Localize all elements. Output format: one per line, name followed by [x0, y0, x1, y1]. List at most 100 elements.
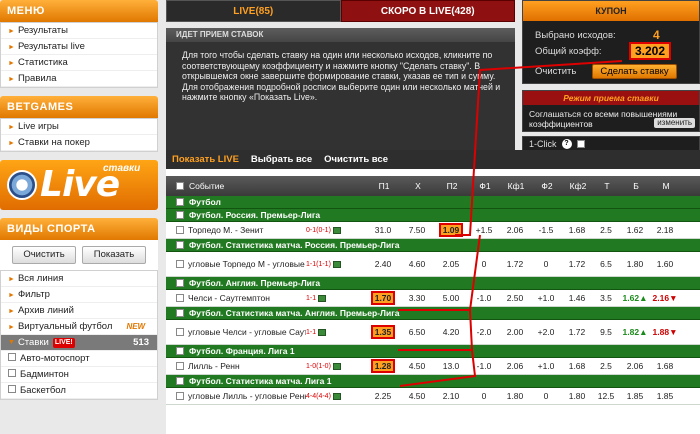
- make-bet-button[interactable]: Сделать ставку: [592, 63, 677, 79]
- sports-show-button[interactable]: Показать: [82, 246, 146, 264]
- change-mode-button[interactable]: изменить: [654, 118, 695, 128]
- odds-cell-b[interactable]: 1.85: [620, 391, 650, 401]
- odds-cell-kf2[interactable]: 1.68: [562, 225, 592, 235]
- one-click-checkbox[interactable]: [576, 140, 585, 148]
- match-row[interactable]: Торпедо М. - Зенит 0-1(0-1) 31.0 7.50 1.09 +1…: [166, 222, 700, 239]
- odds-cell-t[interactable]: 2.5: [592, 361, 620, 371]
- stats-icon[interactable]: [318, 294, 327, 302]
- match-checkbox[interactable]: [176, 328, 184, 336]
- odds-cell-b[interactable]: 1.82▲: [620, 327, 650, 337]
- match-name[interactable]: угловые Челси - угловые Саутгемптон: [188, 327, 306, 337]
- odds-cell-m[interactable]: 1.88▼: [650, 327, 680, 337]
- sports-item-all-line[interactable]: ► Вся линия: [1, 271, 157, 287]
- menu-item-rules[interactable]: ► Правила: [1, 71, 157, 87]
- section-checkbox[interactable]: [176, 198, 184, 206]
- odds-cell-x[interactable]: 3.30: [400, 293, 434, 303]
- odds-cell-f1[interactable]: -1.0: [468, 361, 500, 371]
- menu-item-results-live[interactable]: ► Результаты live: [1, 39, 157, 55]
- odds-cell-f1[interactable]: +1.5: [468, 225, 500, 235]
- odds-cell-b[interactable]: 1.62: [620, 225, 650, 235]
- odds-cell-t[interactable]: 9.5: [592, 327, 620, 337]
- coupon-clear-link[interactable]: Очистить: [535, 66, 576, 77]
- match-row[interactable]: угловые Челси - угловые Саутгемптон1-1 1.…: [166, 320, 700, 345]
- sports-item-filter[interactable]: ► Фильтр: [1, 287, 157, 303]
- odds-cell-x[interactable]: 6.50: [400, 327, 434, 337]
- sports-item-archive[interactable]: ► Архив линий: [1, 303, 157, 319]
- odds-cell-m[interactable]: 1.60: [650, 259, 680, 269]
- odds-cell-f1[interactable]: -2.0: [468, 327, 500, 337]
- odds-cell-f2[interactable]: 0: [530, 259, 562, 269]
- match-name[interactable]: Торпедо М. - Зенит: [188, 225, 306, 235]
- match-checkbox[interactable]: [176, 226, 184, 234]
- odds-cell-kf1[interactable]: 1.72: [500, 259, 530, 269]
- odds-cell-kf1[interactable]: 2.06: [500, 361, 530, 371]
- odds-cell-f2[interactable]: 0: [530, 391, 562, 401]
- odds-cell-f2[interactable]: +1.0: [530, 293, 562, 303]
- sports-item-motorsport[interactable]: Авто-мотоспорт: [1, 351, 157, 367]
- odds-cell-p2[interactable]: 2.05: [434, 259, 468, 269]
- odds-cell-kf1[interactable]: 1.80: [500, 391, 530, 401]
- odds-cell-kf2[interactable]: 1.46: [562, 293, 592, 303]
- odds-cell-x[interactable]: 4.50: [400, 361, 434, 371]
- odds-cell-p2[interactable]: 5.00: [434, 293, 468, 303]
- match-name[interactable]: Лилль - Ренн: [188, 361, 306, 371]
- odds-cell-kf1[interactable]: 2.06: [500, 225, 530, 235]
- checkbox[interactable]: [8, 353, 16, 361]
- odds-cell-p1[interactable]: 1.35: [366, 325, 400, 339]
- odds-cell-p1[interactable]: 1.28: [366, 359, 400, 373]
- league-section-header[interactable]: Футбол. Статистика матча. Россия. Премье…: [166, 239, 700, 252]
- odds-cell-x[interactable]: 4.50: [400, 391, 434, 401]
- odds-cell-p2[interactable]: 2.10: [434, 391, 468, 401]
- odds-cell-p1[interactable]: 31.0: [366, 225, 400, 235]
- odds-cell-t[interactable]: 12.5: [592, 391, 620, 401]
- sports-item-basketball[interactable]: Баскетбол: [1, 383, 157, 399]
- odds-cell-kf2[interactable]: 1.72: [562, 327, 592, 337]
- live-bets-banner[interactable]: Live ставки: [0, 160, 158, 210]
- match-row[interactable]: Челси - Саутгемптон 1-1 1.70 3.30 5.00 -1.0 2.…: [166, 290, 700, 307]
- sports-item-live-bets[interactable]: ▼ Ставки LIVE! 513: [1, 335, 157, 351]
- sports-clear-button[interactable]: Очистить: [12, 246, 76, 264]
- section-checkbox[interactable]: [176, 279, 184, 287]
- odds-cell-b[interactable]: 1.62▲: [620, 293, 650, 303]
- odds-cell-f2[interactable]: +2.0: [530, 327, 562, 337]
- match-name[interactable]: угловые Торпедо М - угловые Зенит: [188, 259, 306, 269]
- clear-all-button[interactable]: Очистить все: [324, 154, 388, 165]
- menu-item-poker-bets[interactable]: ► Ставки на покер: [1, 135, 157, 151]
- section-checkbox[interactable]: [176, 211, 184, 219]
- odds-cell-p1[interactable]: 1.70: [366, 291, 400, 305]
- odds-cell-p1[interactable]: 2.25: [366, 391, 400, 401]
- checkbox[interactable]: [8, 369, 16, 377]
- sports-item-badminton[interactable]: Бадминтон: [1, 367, 157, 383]
- odds-cell-b[interactable]: 2.06: [620, 361, 650, 371]
- menu-item-live-games[interactable]: ► Live игры: [1, 119, 157, 135]
- odds-cell-kf1[interactable]: 2.50: [500, 293, 530, 303]
- match-checkbox[interactable]: [176, 260, 184, 268]
- stats-icon[interactable]: [332, 260, 341, 268]
- match-checkbox[interactable]: [176, 362, 184, 370]
- odds-cell-m[interactable]: 2.18: [650, 225, 680, 235]
- odds-cell-p2[interactable]: 1.09: [434, 223, 468, 237]
- odds-cell-kf1[interactable]: 2.00: [500, 327, 530, 337]
- odds-cell-f1[interactable]: 0: [468, 259, 500, 269]
- select-all-checkbox[interactable]: [176, 182, 184, 190]
- match-row[interactable]: угловые Торпедо М - угловые Зенит1-1(1-1…: [166, 252, 700, 277]
- match-checkbox[interactable]: [176, 294, 184, 302]
- select-all-button[interactable]: Выбрать все: [251, 154, 312, 165]
- odds-cell-m[interactable]: 1.85: [650, 391, 680, 401]
- league-section-header[interactable]: Футбол. Статистика матча. Англия. Премье…: [166, 307, 700, 320]
- odds-cell-f2[interactable]: -1.5: [530, 225, 562, 235]
- section-checkbox[interactable]: [176, 347, 184, 355]
- odds-cell-b[interactable]: 1.80: [620, 259, 650, 269]
- show-live-button[interactable]: Показать LIVE: [172, 154, 239, 165]
- stats-icon[interactable]: [332, 362, 341, 370]
- odds-cell-kf2[interactable]: 1.80: [562, 391, 592, 401]
- match-row[interactable]: угловые Лилль - угловые Ренн 4-4(4-4) 2.25…: [166, 388, 700, 405]
- odds-cell-x[interactable]: 7.50: [400, 225, 434, 235]
- stats-icon[interactable]: [332, 226, 341, 234]
- odds-cell-x[interactable]: 4.60: [400, 259, 434, 269]
- odds-cell-m[interactable]: 1.68: [650, 361, 680, 371]
- match-checkbox[interactable]: [176, 392, 184, 400]
- odds-cell-p2[interactable]: 4.20: [434, 327, 468, 337]
- odds-cell-t[interactable]: 6.5: [592, 259, 620, 269]
- match-name[interactable]: угловые Лилль - угловые Ренн: [188, 391, 306, 401]
